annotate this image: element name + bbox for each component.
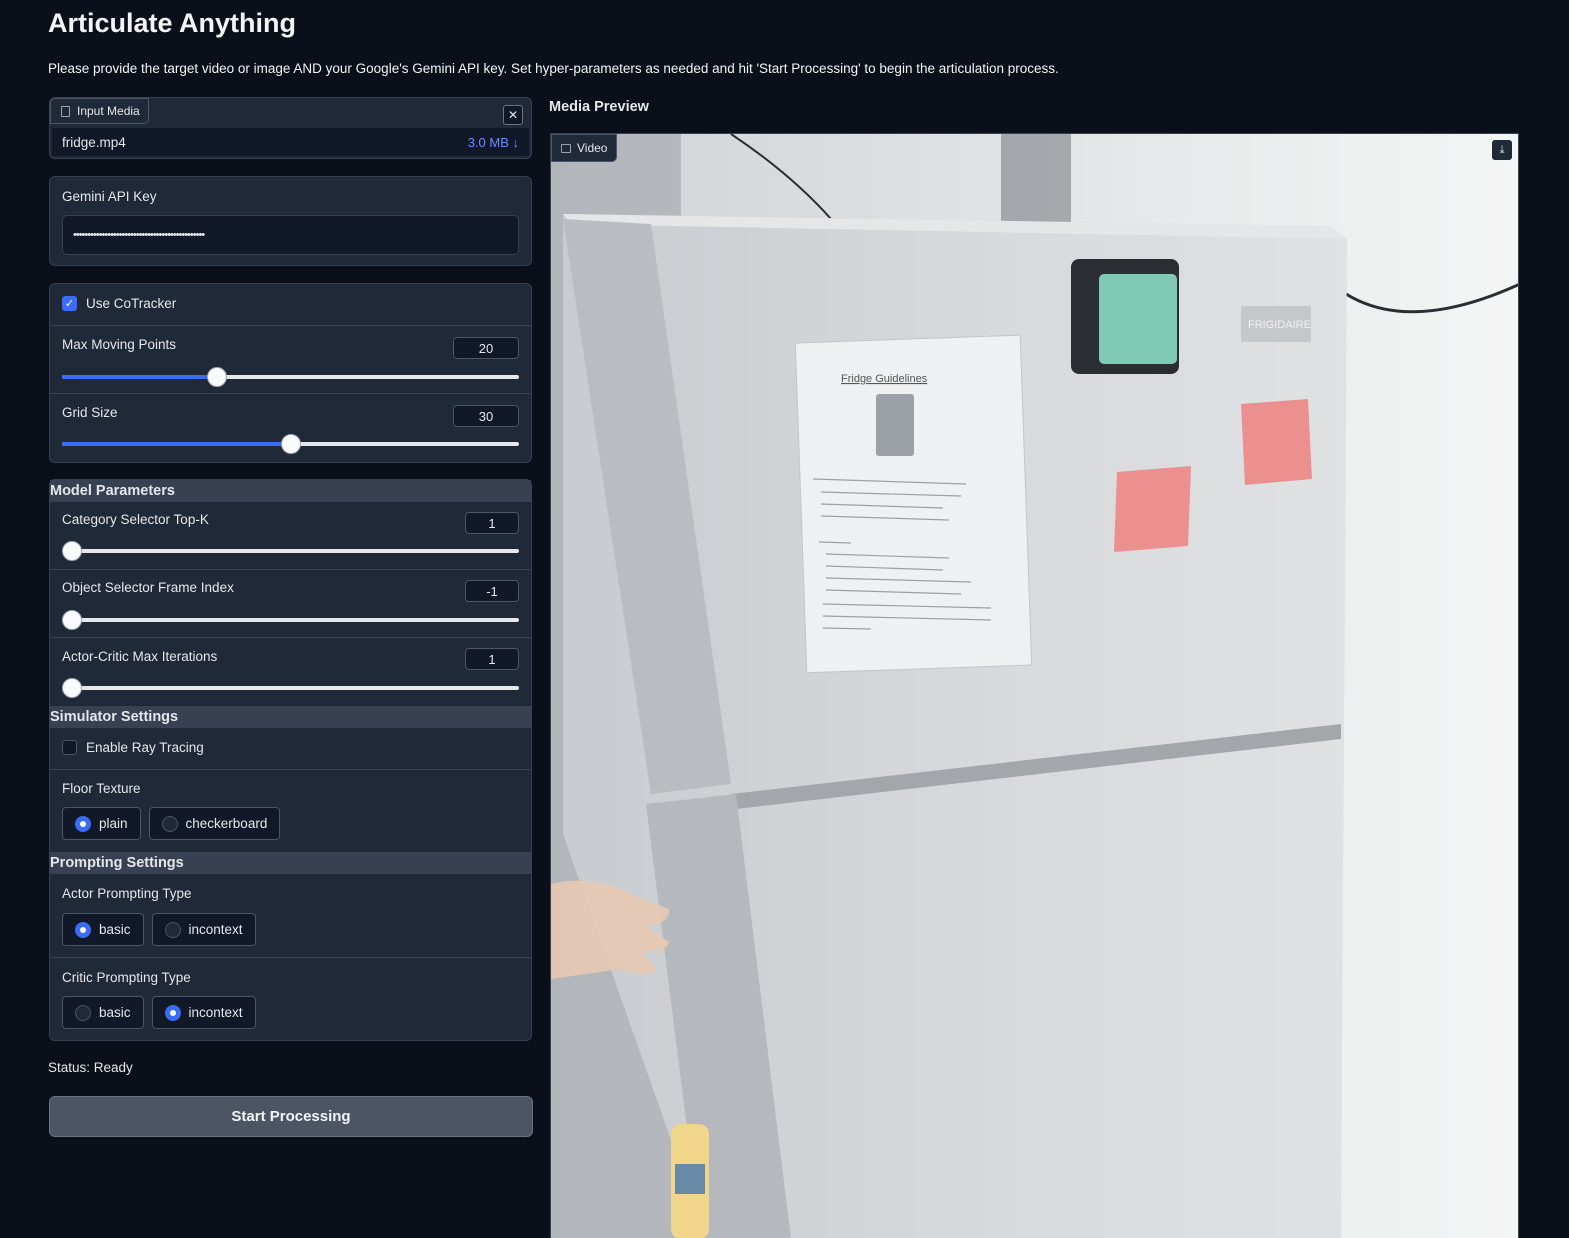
max-moving-points-slider-block: Max Moving Points 20 bbox=[50, 325, 531, 394]
download-icon[interactable]: ⤓ bbox=[1492, 140, 1512, 160]
frame-index-number-input[interactable]: -1 bbox=[465, 580, 519, 602]
api-key-label: Gemini API Key bbox=[62, 189, 157, 204]
api-key-panel: Gemini API Key •••••••••••••••••••••••••… bbox=[49, 176, 532, 266]
actor-prompting-label: Actor Prompting Type bbox=[62, 886, 192, 901]
radio-button[interactable] bbox=[75, 1004, 91, 1021]
ray-tracing-checkbox[interactable] bbox=[62, 740, 77, 755]
cotracker-panel: ✓ Use CoTracker Max Moving Points 20 Gri… bbox=[49, 283, 532, 463]
file-row[interactable]: fridge.mp4 3.0 MB ↓ bbox=[52, 128, 529, 156]
critic-option-basic[interactable]: basic bbox=[62, 996, 144, 1029]
radio-label: checkerboard bbox=[185, 816, 268, 831]
input-media-panel[interactable]: Input Media ✕ fridge.mp4 3.0 MB ↓ bbox=[49, 97, 532, 159]
radio-label: incontext bbox=[188, 922, 243, 937]
slider-fill bbox=[62, 442, 291, 446]
critic-prompting-label: Critic Prompting Type bbox=[62, 970, 191, 985]
frame-index-slider-block: Object Selector Frame Index -1 bbox=[50, 569, 531, 638]
radio-button[interactable] bbox=[164, 921, 181, 938]
radio-button[interactable] bbox=[75, 921, 91, 938]
slider-thumb[interactable] bbox=[280, 434, 301, 454]
frame-index-label: Object Selector Frame Index bbox=[62, 580, 234, 595]
video-camera-icon bbox=[561, 143, 571, 153]
critic-option-incontext[interactable]: incontext bbox=[151, 996, 256, 1029]
radio-label: plain bbox=[99, 816, 128, 831]
file-icon bbox=[61, 105, 70, 117]
prompting-settings-heading: Prompting Settings bbox=[50, 852, 531, 874]
floor-texture-label: Floor Texture bbox=[62, 781, 141, 796]
max-iterations-number-input[interactable]: 1 bbox=[465, 648, 519, 670]
page-description: Please provide the target video or image… bbox=[48, 61, 1059, 76]
sticky-note bbox=[1114, 466, 1191, 552]
radio-label: incontext bbox=[188, 1005, 243, 1020]
max-iterations-label: Actor-Critic Max Iterations bbox=[62, 649, 218, 664]
input-media-label: Input Media bbox=[77, 104, 140, 118]
floor-texture-option-plain[interactable]: plain bbox=[62, 807, 141, 840]
critic-prompting-radio-group: basic incontext bbox=[62, 996, 256, 1029]
radio-button[interactable] bbox=[161, 815, 178, 832]
category-top-k-label: Category Selector Top-K bbox=[62, 512, 209, 527]
use-cotracker-checkbox[interactable]: ✓ bbox=[62, 296, 77, 311]
radio-label: basic bbox=[99, 922, 131, 937]
video-frame-image: Fridge Guidelines FRIGIDAIRE bbox=[551, 134, 1518, 1238]
page-title: Articulate Anything bbox=[48, 8, 297, 38]
ceiling-pipe bbox=[1001, 134, 1071, 224]
simulator-settings-heading: Simulator Settings bbox=[50, 706, 531, 728]
divider bbox=[50, 957, 531, 958]
api-key-input[interactable]: ••••••••••••••••••••••••••••••••••••••••… bbox=[62, 215, 519, 255]
slider-thumb[interactable] bbox=[207, 367, 228, 387]
status-text: Status: Ready bbox=[48, 1060, 133, 1075]
grid-size-slider-block: Grid Size 30 bbox=[50, 393, 531, 464]
category-top-k-slider-block: Category Selector Top-K 1 bbox=[50, 502, 531, 569]
slider-thumb[interactable] bbox=[62, 610, 82, 630]
grid-size-slider[interactable] bbox=[62, 434, 519, 454]
slider-fill bbox=[62, 375, 218, 379]
start-processing-button[interactable]: Start Processing bbox=[49, 1096, 533, 1137]
actor-option-basic[interactable]: basic bbox=[62, 913, 144, 946]
ray-tracing-label: Enable Ray Tracing bbox=[86, 740, 204, 755]
frame-index-slider[interactable] bbox=[62, 610, 519, 630]
max-moving-points-slider[interactable] bbox=[62, 367, 519, 387]
category-top-k-slider[interactable] bbox=[62, 541, 519, 561]
grid-size-label: Grid Size bbox=[62, 405, 118, 420]
video-tag-label: Video bbox=[577, 141, 608, 155]
bottle-label bbox=[675, 1164, 705, 1194]
settings-panel: Model Parameters Category Selector Top-K… bbox=[49, 479, 532, 1041]
fridge-sketch bbox=[876, 394, 914, 456]
file-name: fridge.mp4 bbox=[62, 134, 126, 150]
sticky-note bbox=[1241, 399, 1312, 485]
max-iterations-slider-block: Actor-Critic Max Iterations 1 bbox=[50, 637, 531, 706]
input-media-tab: Input Media bbox=[50, 98, 149, 124]
ray-tracing-checkbox-row[interactable]: Enable Ray Tracing bbox=[62, 740, 204, 755]
max-moving-points-label: Max Moving Points bbox=[62, 337, 177, 352]
category-top-k-number-input[interactable]: 1 bbox=[465, 512, 519, 534]
video-tag: Video bbox=[551, 134, 618, 162]
divider bbox=[50, 769, 531, 770]
slider-thumb[interactable] bbox=[62, 541, 82, 561]
model-parameters-heading: Model Parameters bbox=[50, 480, 531, 502]
file-size-download-link[interactable]: 3.0 MB ↓ bbox=[468, 135, 519, 150]
use-cotracker-checkbox-row[interactable]: ✓ Use CoTracker bbox=[62, 296, 176, 311]
floor-texture-radio-group: plain checkerboard bbox=[62, 807, 281, 840]
note-title: Fridge Guidelines bbox=[841, 373, 928, 385]
floor-texture-option-checkerboard[interactable]: checkerboard bbox=[148, 807, 281, 840]
actor-prompting-radio-group: basic incontext bbox=[62, 913, 256, 946]
use-cotracker-label: Use CoTracker bbox=[86, 296, 177, 311]
actor-option-incontext[interactable]: incontext bbox=[151, 913, 256, 946]
grid-size-number-input[interactable]: 30 bbox=[453, 405, 519, 427]
video-player[interactable]: Video ⤓ Fridge Guidelines FRIGIDAIRE bbox=[550, 133, 1519, 1238]
magnet-clip-face bbox=[1099, 274, 1177, 364]
max-iterations-slider[interactable] bbox=[62, 678, 519, 698]
radio-button[interactable] bbox=[75, 815, 91, 832]
max-moving-points-number-input[interactable]: 20 bbox=[453, 337, 519, 359]
media-preview-title: Media Preview bbox=[549, 99, 649, 115]
radio-label: basic bbox=[99, 1005, 131, 1020]
slider-thumb[interactable] bbox=[62, 678, 82, 698]
radio-button[interactable] bbox=[164, 1004, 181, 1021]
clear-media-button[interactable]: ✕ bbox=[503, 105, 523, 125]
brand-text: FRIGIDAIRE bbox=[1248, 319, 1311, 331]
